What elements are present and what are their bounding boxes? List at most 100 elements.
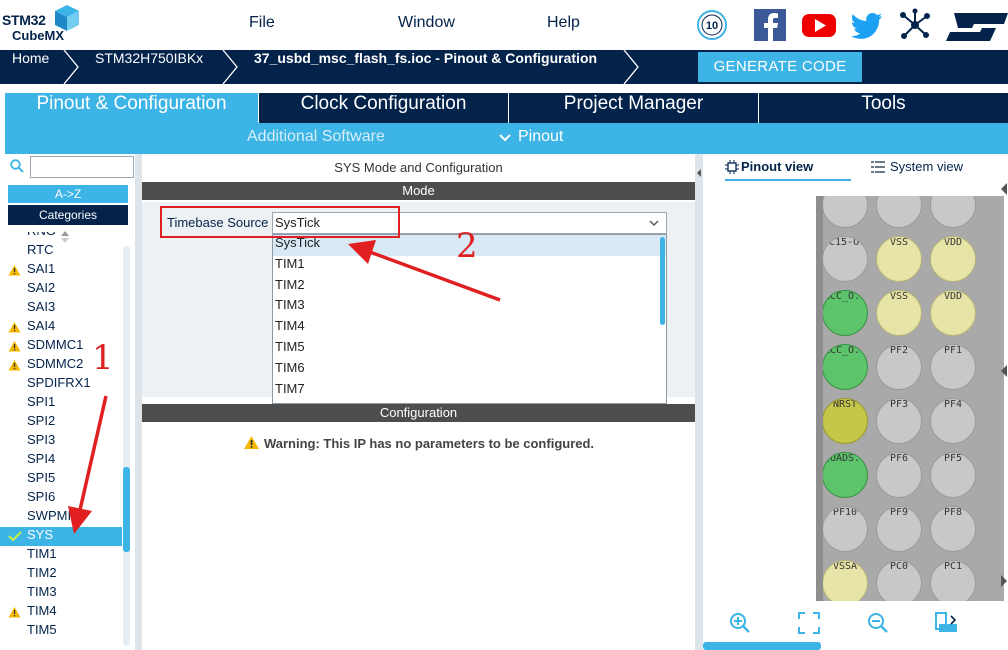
chip-pinout-view[interactable]: PC14-O..PF0PI10PC15-O..VSSVDDRCC_O..VSSV… — [816, 196, 1004, 601]
sidebar-item-spi2[interactable]: SPI2 — [0, 413, 122, 432]
sidebar-item-label: TIM5 — [27, 622, 57, 637]
sidebar-item-sai3[interactable]: SAI3 — [0, 299, 122, 318]
pin[interactable]: NRST — [822, 398, 868, 444]
sidebar-item-rtc[interactable]: RTC — [0, 242, 122, 261]
sidebar-item-tim3[interactable]: TIM3 — [0, 584, 122, 603]
sort-az-button[interactable]: A->Z — [8, 185, 128, 203]
breadcrumb-home[interactable]: Home — [12, 50, 49, 84]
timebase-option-tim7[interactable]: TIM7 — [273, 381, 666, 402]
splitter-left[interactable] — [135, 154, 142, 650]
pin[interactable]: PF1 — [930, 344, 976, 390]
sidebar-item-spi6[interactable]: SPI6 — [0, 489, 122, 508]
pin[interactable]: VSS — [876, 290, 922, 336]
pin[interactable]: PC1 — [930, 560, 976, 601]
zoom-in-icon[interactable] — [729, 612, 751, 634]
breadcrumb-mcu[interactable]: STM32H750IBKx — [95, 50, 203, 84]
tab-pinout-configuration[interactable]: Pinout & Configuration — [5, 93, 258, 123]
sidebar-item-rng[interactable]: RNG — [0, 232, 122, 242]
sidebar-item-tim4[interactable]: TIM4 — [0, 603, 122, 622]
menu-file[interactable]: File — [249, 14, 275, 32]
fit-screen-icon[interactable] — [798, 612, 820, 634]
sidebar-item-label: RTC — [27, 242, 54, 257]
list-scrollbar[interactable] — [123, 246, 130, 646]
sidebar-item-sai4[interactable]: SAI4 — [0, 318, 122, 337]
pin[interactable]: VDD — [930, 290, 976, 336]
mode-config-panel: SYS Mode and Configuration Mode Timebase… — [142, 154, 695, 650]
youtube-icon[interactable] — [801, 8, 837, 42]
breadcrumb-project[interactable]: 37_usbd_msc_flash_fs.ioc - Pinout & Conf… — [254, 50, 597, 84]
tab-clock-configuration[interactable]: Clock Configuration — [259, 93, 508, 123]
pin[interactable]: RCC_O.. — [822, 344, 868, 390]
tab-system-view[interactable]: System view — [871, 159, 963, 181]
generate-code-button[interactable]: GENERATE CODE — [698, 52, 862, 82]
pin[interactable]: VSSA — [822, 560, 868, 601]
warning-text: Warning: This IP has no parameters to be… — [263, 436, 595, 451]
sidebar-item-tim1[interactable]: TIM1 — [0, 546, 122, 565]
warning-icon — [8, 265, 21, 276]
sidebar-item-spi1[interactable]: SPI1 — [0, 394, 122, 413]
pin[interactable]: PF6 — [876, 452, 922, 498]
timebase-option-tim5[interactable]: TIM5 — [273, 339, 666, 360]
tab-project-manager[interactable]: Project Manager — [509, 93, 758, 123]
subtab-pinout[interactable]: Pinout — [518, 128, 563, 146]
pinout-hscroll-thumb[interactable] — [703, 642, 821, 650]
scroll-right-icon[interactable] — [1000, 364, 1008, 378]
pin[interactable]: VSS — [876, 236, 922, 282]
sidebar-item-label: SPI6 — [27, 489, 56, 504]
sidebar-item-label: SPI5 — [27, 470, 56, 485]
sidebar-item-label: RNG — [27, 232, 56, 238]
tab-pinout-view[interactable]: Pinout view — [725, 159, 851, 181]
collapse-right-icon[interactable] — [1000, 182, 1008, 196]
main-tabs: Pinout & Configuration Clock Configurati… — [0, 84, 1008, 154]
timebase-option-tim3[interactable]: TIM3 — [273, 297, 666, 318]
pin[interactable]: PF8 — [930, 506, 976, 552]
pin[interactable]: VDD — [930, 236, 976, 282]
sidebar-item-tim5[interactable]: TIM5 — [0, 622, 122, 641]
pin[interactable]: PC0 — [876, 560, 922, 601]
zoom-out-icon[interactable] — [867, 612, 889, 634]
sidebar-item-spi4[interactable]: SPI4 — [0, 451, 122, 470]
dropdown-scrollbar-thumb[interactable] — [660, 237, 665, 325]
pin[interactable]: PF3 — [876, 398, 922, 444]
search-input[interactable] — [30, 156, 134, 178]
pin[interactable]: RCC_O.. — [822, 290, 868, 336]
panel-title: SYS Mode and Configuration — [334, 160, 503, 175]
timebase-option-tim6[interactable]: TIM6 — [273, 360, 666, 381]
timebase-option-tim2[interactable]: TIM2 — [273, 277, 666, 298]
pin[interactable]: PF10 — [822, 506, 868, 552]
pin[interactable]: PF4 — [930, 398, 976, 444]
st-logo-icon[interactable] — [944, 8, 1008, 42]
splitter-right[interactable] — [695, 154, 703, 650]
scroll-right-icon[interactable] — [1000, 574, 1008, 588]
sidebar-item-sai1[interactable]: SAI1 — [0, 261, 122, 280]
anniversary-10-icon[interactable]: 10 — [696, 8, 728, 42]
menu-window[interactable]: Window — [398, 14, 455, 32]
twitter-icon[interactable] — [851, 8, 885, 42]
network-icon[interactable] — [898, 8, 932, 42]
subtab-additional-software[interactable]: Additional Software — [247, 128, 385, 146]
chevron-right-icon — [222, 50, 238, 84]
categories-button[interactable]: Categories — [8, 205, 128, 225]
sidebar-item-spi3[interactable]: SPI3 — [0, 432, 122, 451]
facebook-icon[interactable] — [753, 8, 787, 42]
pin[interactable]: PF2 — [876, 344, 922, 390]
pin[interactable]: PC15-O.. — [822, 236, 868, 282]
sidebar-item-swpmi1[interactable]: SWPMI1 — [0, 508, 122, 527]
sidebar-item-sys[interactable]: SYS — [0, 527, 122, 546]
collapse-left-icon[interactable] — [696, 168, 702, 178]
sidebar-item-tim2[interactable]: TIM2 — [0, 565, 122, 584]
pin[interactable]: PC14-O.. — [822, 196, 868, 228]
configuration-header: Configuration — [142, 404, 695, 422]
pin[interactable]: PI10 — [930, 196, 976, 228]
pin[interactable]: PF5 — [930, 452, 976, 498]
pin[interactable]: QUADS.. — [822, 452, 868, 498]
sidebar-item-spi5[interactable]: SPI5 — [0, 470, 122, 489]
menu-help[interactable]: Help — [547, 14, 580, 32]
list-scrollbar-thumb[interactable] — [123, 467, 130, 552]
pin[interactable]: PF0 — [876, 196, 922, 228]
export-icon[interactable] — [935, 612, 959, 634]
timebase-option-tim4[interactable]: TIM4 — [273, 318, 666, 339]
sidebar-item-sai2[interactable]: SAI2 — [0, 280, 122, 299]
pin[interactable]: PF9 — [876, 506, 922, 552]
tab-tools[interactable]: Tools — [759, 93, 1008, 123]
